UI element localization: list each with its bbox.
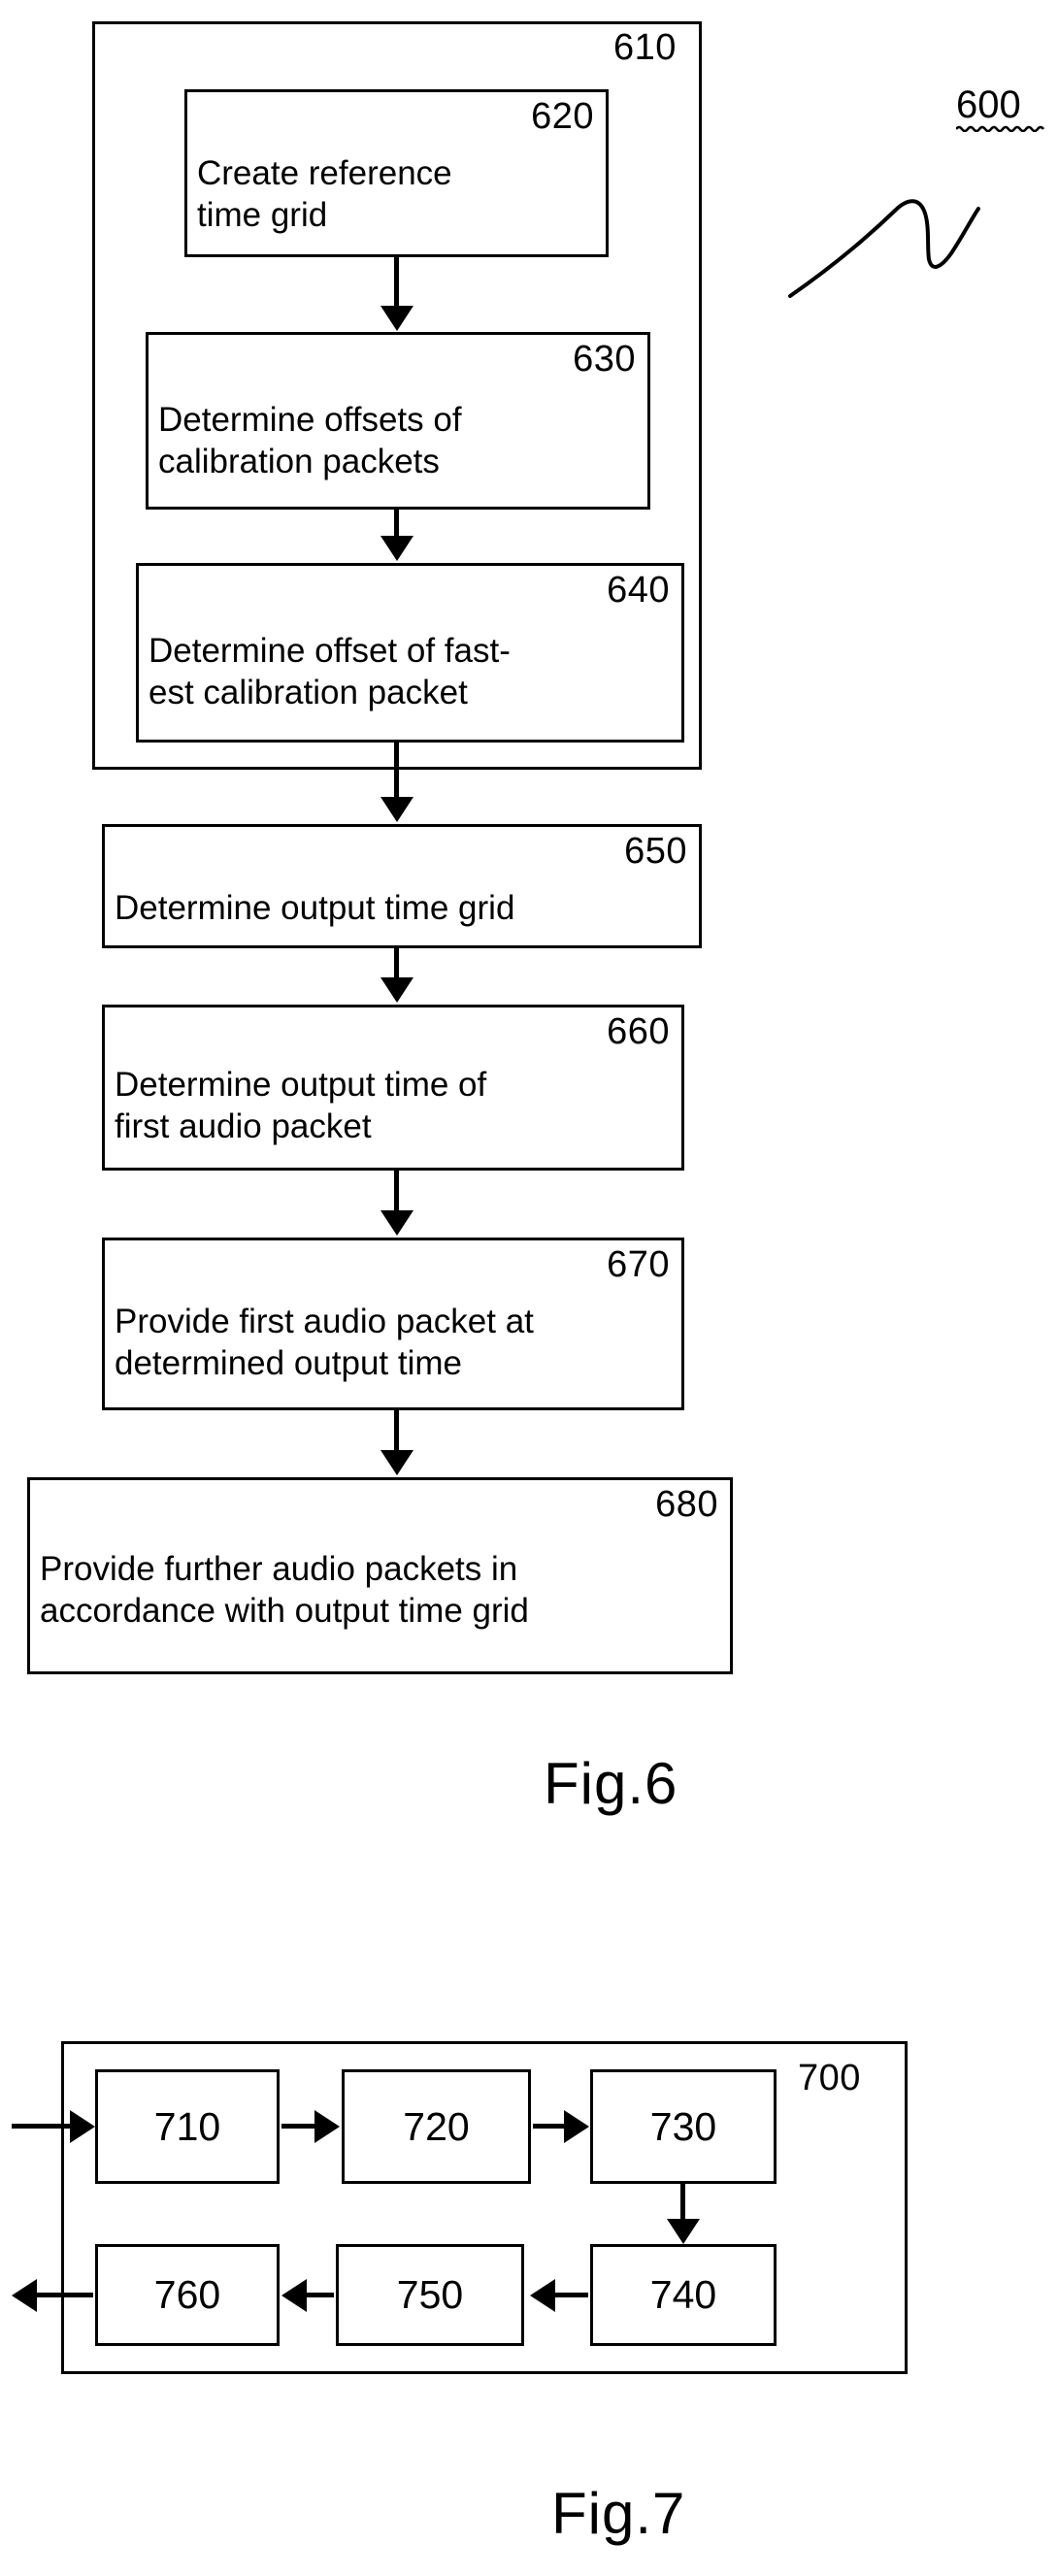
step-box-620[interactable]: 620 Create reference time grid xyxy=(184,89,609,257)
arrow-640-to-650 xyxy=(394,743,399,799)
step-label-670: Provide first audio packet at determined… xyxy=(115,1303,534,1382)
block-730[interactable]: 730 xyxy=(590,2069,777,2184)
block-730-label: 730 xyxy=(649,2103,717,2149)
step-label-660: Determine output time of first audio pac… xyxy=(115,1066,487,1145)
step-box-680[interactable]: 680 Provide further audio packets in acc… xyxy=(27,1477,733,1674)
block-760-label: 760 xyxy=(153,2272,221,2317)
block-740-label: 740 xyxy=(649,2272,717,2317)
figure-7-caption: Fig.7 xyxy=(551,2481,686,2546)
step-label-680: Provide further audio packets in accorda… xyxy=(40,1550,529,1630)
arrow-670-to-680 xyxy=(394,1410,399,1452)
step-box-630[interactable]: 630 Determine offsets of calibration pac… xyxy=(146,332,650,510)
step-box-650[interactable]: 650 Determine output time grid xyxy=(102,824,702,948)
ref-numeral-660: 660 xyxy=(607,1011,670,1052)
arrow-710-to-720 xyxy=(281,2124,316,2129)
ref-numeral-670: 670 xyxy=(607,1244,670,1285)
block-760[interactable]: 760 xyxy=(95,2244,280,2346)
step-box-670[interactable]: 670 Provide first audio packet at determ… xyxy=(102,1238,684,1410)
block-710-label: 710 xyxy=(153,2103,221,2149)
ref-numeral-640: 640 xyxy=(607,570,670,611)
figure-600-underline-squiggle xyxy=(956,125,1045,132)
step-label-650: Determine output time grid xyxy=(115,889,515,927)
block-750[interactable]: 750 xyxy=(336,2244,524,2346)
ref-numeral-610-label: 610 xyxy=(613,27,677,68)
figure-600-lead-line xyxy=(788,199,980,298)
arrow-740-to-750 xyxy=(553,2293,588,2297)
step-label-620: Create reference time grid xyxy=(197,154,452,234)
arrow-630-to-640 xyxy=(394,510,399,538)
ref-numeral-630: 630 xyxy=(573,339,636,380)
arrow-720-to-730 xyxy=(533,2124,566,2129)
arrow-750-to-760 xyxy=(305,2293,334,2297)
ref-numeral-680: 680 xyxy=(655,1484,718,1525)
patent-figure-sheet: 600 620 610 620 Create reference time gr… xyxy=(0,0,1058,2576)
figure-600-reference-number: 600 xyxy=(956,83,1021,126)
block-750-label: 750 xyxy=(396,2272,464,2317)
block-740[interactable]: 740 xyxy=(590,2244,777,2346)
step-label-630: Determine offsets of calibration packets xyxy=(158,401,462,480)
block-720-label: 720 xyxy=(403,2103,470,2149)
arrow-760-to-output xyxy=(35,2293,93,2297)
step-box-640[interactable]: 640 Determine offset of fast- est calibr… xyxy=(136,563,684,743)
step-label-640: Determine offset of fast- est calibratio… xyxy=(149,632,511,711)
step-box-660[interactable]: 660 Determine output time of first audio… xyxy=(102,1005,684,1171)
block-720[interactable]: 720 xyxy=(342,2069,531,2184)
arrow-650-to-660 xyxy=(394,948,399,979)
figure-600-reference-label: 600 xyxy=(956,85,1045,132)
arrow-730-to-740 xyxy=(680,2184,685,2221)
ref-numeral-620: 620 xyxy=(531,96,594,137)
ref-numeral-700: 700 xyxy=(798,2058,861,2098)
block-710[interactable]: 710 xyxy=(95,2069,280,2184)
ref-numeral-650: 650 xyxy=(624,831,687,872)
arrow-input-to-710 xyxy=(12,2124,72,2129)
figure-6-caption: Fig.6 xyxy=(544,1751,678,1816)
arrow-660-to-670 xyxy=(394,1171,399,1212)
arrow-620-to-630 xyxy=(394,257,399,308)
